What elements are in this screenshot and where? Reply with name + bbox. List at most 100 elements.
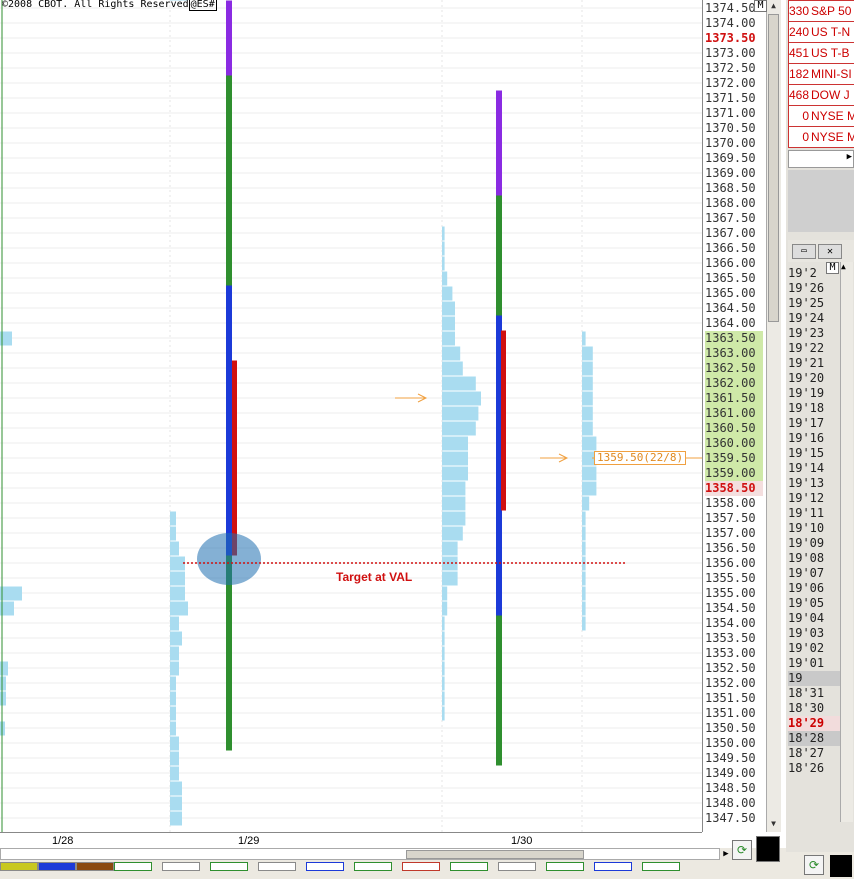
period-swatch[interactable] [0,862,38,871]
price-label: 1357.50 [705,510,756,525]
date-label: 1/29 [238,835,260,847]
tick-row: 19'10 [788,521,825,535]
volume-bar [582,541,586,556]
volume-bar [442,421,476,436]
volume-bar [582,376,593,391]
volume-bar [582,406,593,421]
volume-bar [442,376,476,391]
quote-symbol: NYSE M [811,130,854,144]
tick-row: 19'09 [788,536,825,550]
close-icon[interactable]: ✕ [818,244,842,259]
tick-footer: ⟳ [786,852,854,879]
quote-row[interactable]: 240 US T-N [788,21,854,43]
volume-bar [442,256,445,271]
period-swatch[interactable] [546,862,584,871]
volume-bar [582,391,593,406]
val-highlight [197,533,261,585]
refresh-icon[interactable]: ⟳ [732,840,752,860]
volume-bar [170,691,176,706]
value-area-bar [501,330,506,511]
period-swatch[interactable] [76,862,114,871]
period-swatch[interactable] [114,862,152,871]
quote-row[interactable]: 451 US T-B [788,42,854,64]
quote-value: 0 [802,109,809,123]
volume-bar [442,526,463,541]
period-swatch[interactable] [354,862,392,871]
scroll-down-arrow-icon[interactable]: ▼ [768,818,779,830]
tick-row: 19'19 [788,386,825,400]
period-swatch[interactable] [642,862,680,871]
color-picker-button[interactable] [756,836,780,862]
period-swatch[interactable] [210,862,248,871]
vertical-scrollbar[interactable]: ▲ ▼ [766,0,781,832]
price-label: 1371.50 [705,90,756,105]
price-label: 1359.00 [705,465,763,481]
scroll-up-arrow-icon[interactable]: ▲ [841,262,846,271]
panel-scrollbar[interactable]: ▶ [788,150,854,168]
price-label: 1364.50 [705,300,756,315]
quote-row[interactable]: 0 NYSE M [788,126,854,148]
price-label: 1374.00 [705,15,756,30]
volume-bar [170,751,179,766]
price-label: 1353.00 [705,645,756,660]
period-swatch[interactable] [306,862,344,871]
scroll-up-arrow-icon[interactable]: ▲ [768,0,779,12]
tick-row: 19'26 [788,281,825,295]
tick-row: 19'07 [788,566,825,580]
tick-row: 19'02 [788,641,825,655]
value-area-bar [232,360,237,556]
price-label: 1372.00 [705,75,756,90]
scroll-right-arrow-icon[interactable]: ▶ [847,152,852,162]
price-label: 1366.50 [705,240,756,255]
quote-row[interactable]: 330 S&P 50 [788,0,854,22]
price-label: 1356.00 [705,555,756,570]
period-swatch[interactable] [162,862,200,871]
refresh-icon[interactable]: ⟳ [804,855,824,875]
scroll-thumb[interactable] [768,14,779,322]
price-label: 1350.00 [705,735,756,750]
quote-row[interactable]: 0 NYSE M [788,105,854,127]
restore-icon[interactable]: ▭ [792,244,816,259]
tick-scrollbar[interactable]: ▲ [840,262,853,822]
market-profile-chart[interactable]: ©2008 CBOT. All Rights Reserved @ES# Targ… [0,0,702,832]
volume-bar [442,451,468,466]
date-label: 1/30 [511,835,533,847]
horizontal-scrollbar[interactable] [0,848,720,860]
price-label: 1371.00 [705,105,756,120]
period-swatch[interactable] [402,862,440,871]
quote-row[interactable]: 182 MINI-SI [788,63,854,85]
hscroll-thumb[interactable] [406,850,584,859]
volume-bar [170,721,176,736]
volume-bar [582,346,593,361]
price-label: 1362.50 [705,360,763,376]
volume-bar [170,511,176,526]
tick-row: 19'2 [788,266,817,280]
period-swatch[interactable] [450,862,488,871]
price-axis[interactable]: 1374.50 1374.00 1373.50 1373.00 1372.50 1372.… [702,0,767,832]
price-label: 1370.00 [705,135,756,150]
period-swatch[interactable] [38,862,76,871]
scroll-right-arrow-icon[interactable]: ▶ [720,848,732,860]
date-axis: 1/28 1/29 1/30 [0,832,702,849]
period-swatch[interactable] [594,862,632,871]
volume-bar [442,661,445,676]
range-bar [496,195,502,331]
volume-bar [582,436,597,451]
quote-row[interactable]: 468 DOW J [788,84,854,106]
tick-row: 19'04 [788,611,825,625]
period-swatch[interactable] [498,862,536,871]
price-label: 1361.50 [705,390,763,406]
volume-bar [582,331,586,346]
volume-bar [170,661,179,676]
price-label: 1367.00 [705,225,756,240]
volume-bar [442,286,453,301]
volume-bar [170,676,176,691]
volume-bar [582,601,586,616]
color-picker-button[interactable] [830,855,852,877]
period-swatch[interactable] [258,862,296,871]
tick-row: 18'28 [788,731,840,746]
tick-row: 19'17 [788,416,825,430]
tick-row: 19 [788,671,840,686]
price-label: 1349.50 [705,750,756,765]
m-button[interactable]: M [754,0,767,12]
